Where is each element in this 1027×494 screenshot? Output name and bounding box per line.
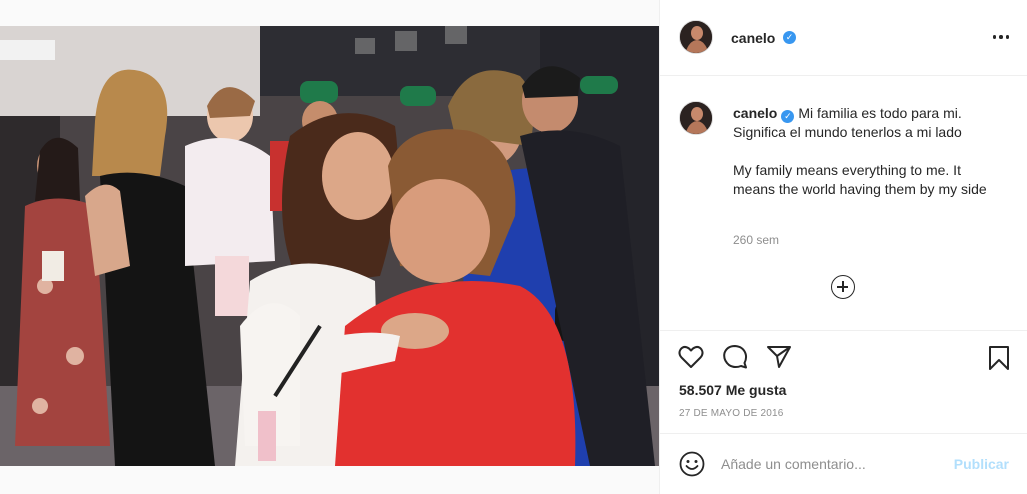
verified-badge-icon: ✓ bbox=[783, 31, 796, 44]
avatar-image bbox=[680, 21, 712, 53]
caption: canelo ✓ Mi familia es todo para mi. Signi… bbox=[733, 104, 1003, 199]
author-username[interactable]: canelo bbox=[731, 30, 775, 46]
post-photo-illustration bbox=[0, 26, 659, 466]
likes-count[interactable]: 58.507 Me gusta bbox=[679, 382, 786, 398]
verified-badge-icon: ✓ bbox=[781, 110, 795, 123]
caption-line-es-2: Significa el mundo tenerlos a mi lado bbox=[733, 124, 962, 140]
author-avatar[interactable] bbox=[679, 20, 713, 54]
likes-number: 58.507 bbox=[679, 382, 722, 398]
caption-time-ago[interactable]: 260 sem bbox=[733, 233, 779, 247]
share-icon[interactable] bbox=[766, 345, 792, 369]
more-dot bbox=[992, 35, 997, 39]
more-options-icon[interactable] bbox=[991, 29, 1011, 45]
bookmark-icon[interactable] bbox=[988, 345, 1010, 371]
emoji-icon[interactable] bbox=[679, 451, 705, 477]
comment-icon[interactable] bbox=[722, 344, 748, 370]
caption-username[interactable]: canelo bbox=[733, 105, 777, 121]
comment-input[interactable] bbox=[721, 452, 941, 476]
publish-button[interactable]: Publicar bbox=[954, 456, 1009, 472]
more-dot bbox=[1005, 35, 1010, 39]
comment-box: Publicar bbox=[660, 433, 1027, 494]
heart-icon[interactable] bbox=[678, 345, 704, 369]
post-actions: 58.507 Me gusta 27 DE MAYO DE 2016 bbox=[660, 330, 1027, 433]
post-image[interactable] bbox=[0, 26, 659, 466]
more-dot bbox=[999, 35, 1003, 39]
post-header: canelo ✓ bbox=[660, 0, 1027, 76]
caption-line-en: My family means everything to me. It mea… bbox=[733, 162, 987, 197]
avatar-image bbox=[680, 102, 712, 134]
caption-line-es-1: Mi familia es todo para mi. bbox=[798, 105, 962, 121]
caption-avatar[interactable] bbox=[679, 101, 713, 135]
add-comment-icon[interactable] bbox=[831, 275, 855, 299]
post-date[interactable]: 27 DE MAYO DE 2016 bbox=[679, 408, 784, 419]
post-details-panel: canelo ✓ canelo ✓ Mi familia es todo para … bbox=[659, 0, 1027, 494]
likes-label: Me gusta bbox=[725, 382, 787, 398]
